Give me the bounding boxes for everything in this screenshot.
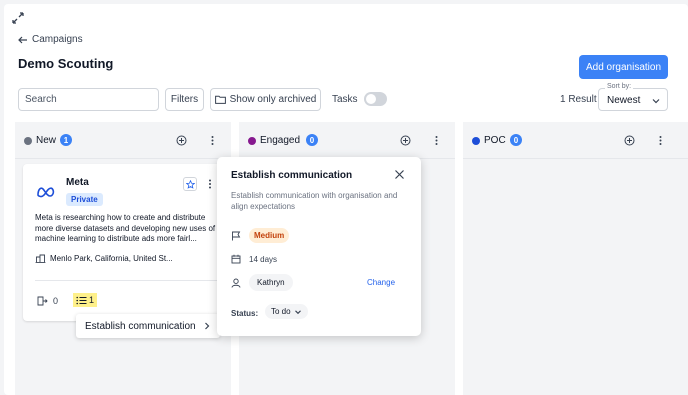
user-icon — [231, 278, 241, 288]
page-container: Campaigns Demo Scouting Add organisation… — [4, 4, 688, 395]
status-label: Status: — [231, 309, 259, 318]
status-dot — [472, 137, 480, 145]
column-poc: POC 0 — [463, 122, 688, 395]
toggle-knob — [366, 94, 376, 104]
building-icon — [35, 254, 46, 263]
popover-description: Establish communication with organisatio… — [231, 191, 398, 211]
tasks-toggle[interactable] — [364, 92, 387, 106]
add-organisation-button[interactable]: Add organisation — [579, 55, 668, 79]
divider — [35, 280, 217, 281]
deal-count: 0 — [37, 296, 58, 306]
tasks-label: Tasks — [332, 94, 358, 105]
status-select[interactable]: To do — [265, 304, 308, 319]
deal-count-value: 0 — [53, 296, 59, 306]
add-circle-icon[interactable] — [176, 135, 187, 146]
task-count-value: 1 — [89, 295, 95, 305]
column-count-badge: 0 — [306, 134, 318, 146]
result-count: 1 Result — [560, 94, 597, 105]
list-icon — [76, 296, 87, 304]
close-icon[interactable] — [394, 169, 405, 180]
page-title: Demo Scouting — [18, 56, 114, 71]
change-assignee-link[interactable]: Change — [367, 278, 395, 287]
chevron-down-icon — [652, 99, 660, 104]
search-input[interactable] — [18, 88, 159, 111]
flag-icon — [232, 231, 241, 240]
star-icon — [185, 179, 195, 189]
chevron-right-icon — [205, 322, 210, 330]
chevron-down-icon — [294, 309, 301, 314]
status-dot — [248, 137, 256, 145]
task-count-button[interactable]: 1 — [73, 293, 98, 307]
location-text: Menlo Park, California, United St... — [50, 254, 173, 263]
expand-icon[interactable] — [12, 12, 24, 24]
column-name: POC — [484, 135, 506, 146]
arrow-left-icon — [18, 36, 27, 43]
assignee-chip: Kathryn — [249, 274, 293, 291]
organisation-card[interactable]: Meta Private Meta is researching how to … — [23, 164, 225, 321]
column-count-badge: 0 — [510, 134, 522, 146]
filters-button[interactable]: Filters — [165, 88, 204, 111]
duration-row: 14 days — [231, 254, 277, 264]
document-arrow-icon — [37, 296, 48, 306]
more-vertical-icon[interactable] — [207, 135, 218, 146]
column-header: POC 0 — [463, 122, 688, 159]
more-vertical-icon[interactable] — [431, 135, 442, 146]
add-circle-icon[interactable] — [400, 135, 411, 146]
popover-title: Establish communication — [231, 170, 353, 181]
sort-select[interactable]: Sort by: Newest — [598, 83, 668, 111]
column-header: Engaged 0 — [239, 122, 455, 159]
archived-label: Show only archived — [229, 94, 317, 105]
status-dot — [24, 137, 32, 145]
add-circle-icon[interactable] — [624, 135, 635, 146]
sort-value: Newest — [607, 95, 641, 106]
breadcrumb[interactable]: Campaigns — [18, 34, 83, 45]
status-value: To do — [271, 307, 291, 316]
card-location: Menlo Park, California, United St... — [35, 254, 173, 263]
more-vertical-icon[interactable] — [204, 178, 216, 190]
column-header: New 1 — [15, 122, 231, 159]
card-description: Meta is researching how to create and di… — [35, 213, 216, 243]
breadcrumb-label: Campaigns — [32, 34, 83, 45]
folder-icon — [214, 95, 226, 104]
task-popover: Establish communication Establish commun… — [217, 157, 421, 336]
task-menu-item[interactable]: Establish communication — [76, 314, 220, 338]
card-title: Meta — [66, 177, 89, 188]
task-menu-label: Establish communication — [85, 320, 196, 332]
duration-text: 14 days — [249, 254, 278, 264]
more-vertical-icon[interactable] — [655, 135, 666, 146]
meta-logo-icon — [37, 187, 55, 198]
show-archived-button[interactable]: Show only archived — [210, 88, 321, 111]
filters-label: Filters — [170, 94, 199, 105]
priority-badge[interactable]: Medium — [249, 228, 290, 243]
assignee-row: Kathryn — [231, 274, 293, 291]
column-name: Engaged — [260, 135, 301, 146]
column-name: New — [36, 135, 57, 146]
favorite-button[interactable] — [183, 177, 197, 191]
private-badge: Private — [66, 193, 103, 206]
column-count-badge: 1 — [60, 134, 72, 146]
sort-label: Sort by: — [605, 83, 634, 90]
priority-row: Medium — [231, 228, 290, 243]
calendar-icon — [231, 254, 241, 264]
